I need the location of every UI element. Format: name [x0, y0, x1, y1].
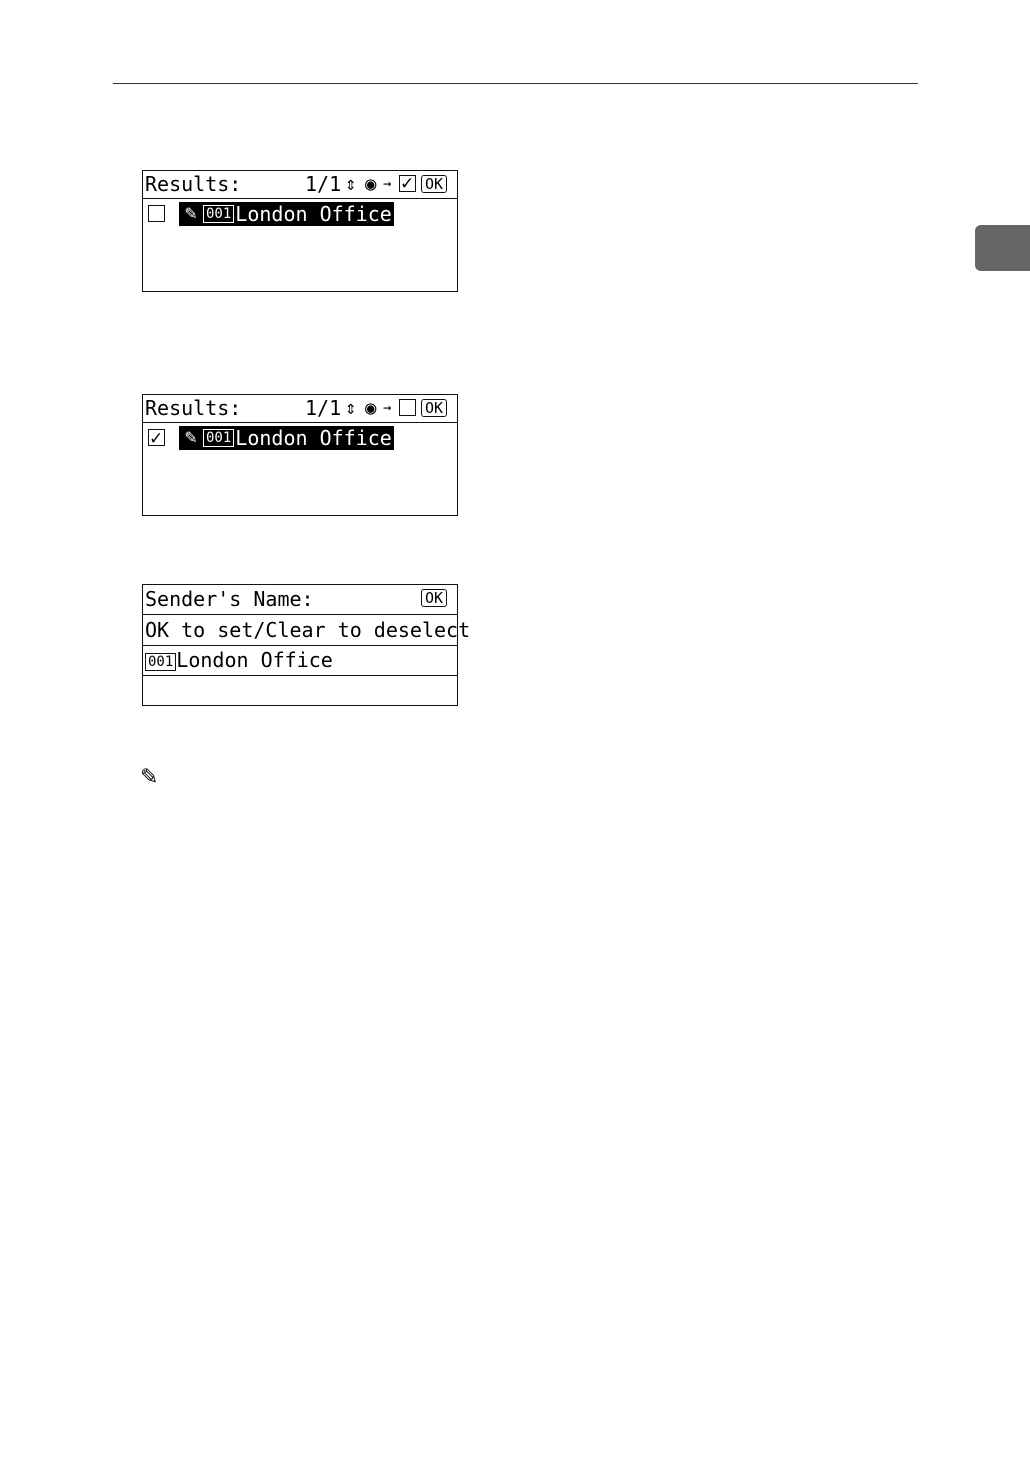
chapter-tab	[975, 225, 1030, 271]
destination-name: London Office	[235, 202, 392, 226]
result-row[interactable]: ✎ 001London Office	[143, 199, 457, 231]
row-checkbox[interactable]	[148, 205, 165, 222]
screen-title: Results:	[145, 396, 242, 420]
lcd-header: Sender's Name: OK	[143, 585, 457, 615]
sender-number: 001	[145, 652, 177, 671]
empty-row	[143, 676, 457, 704]
lcd-results-checked: Results: 1/1 ⇕ ◉ → OK ✎ 001London Office	[142, 394, 458, 516]
arrow-icon: →	[383, 176, 392, 192]
left-arrow-circle-icon: ◉	[365, 397, 377, 419]
page-header-rule	[113, 83, 918, 84]
instruction-text: OK to set/Clear to deselect	[145, 618, 471, 642]
instruction-row: OK to set/Clear to deselect	[143, 615, 470, 646]
destination-name: London Office	[235, 426, 392, 450]
sender-entry[interactable]: 001 London Office	[145, 646, 333, 674]
result-entry[interactable]: ✎ 001 London Office	[179, 426, 394, 450]
lcd-results-unchecked: Results: 1/1 ⇕ ◉ → OK ✎ 001London Office	[142, 170, 458, 292]
arrow-icon: →	[383, 400, 392, 416]
ok-button[interactable]: OK	[421, 589, 448, 607]
checked-box-icon	[399, 171, 416, 197]
ok-button[interactable]: OK	[421, 399, 448, 417]
result-entry[interactable]: ✎ 001 London Office	[179, 202, 394, 226]
page-indicator: 1/1	[305, 172, 342, 196]
row-checkbox[interactable]	[148, 425, 165, 453]
empty-box-icon	[399, 399, 416, 416]
lcd-sender-name: Sender's Name: OK OK to set/Clear to des…	[142, 584, 470, 706]
fax-destination-icon: ✎	[184, 204, 198, 223]
destination-number: 001	[203, 205, 235, 223]
ok-button[interactable]: OK	[421, 175, 448, 193]
lcd-header: Results: 1/1 ⇕ ◉ → OK	[143, 395, 457, 423]
screen-title: Sender's Name:	[145, 587, 314, 611]
page-indicator: 1/1	[305, 396, 342, 420]
result-row[interactable]: ✎ 001London Office	[143, 423, 457, 455]
sender-name: London Office	[176, 648, 333, 672]
note-pencil-icon: ✎	[140, 765, 159, 790]
fax-destination-icon: ✎	[184, 428, 198, 447]
up-down-arrows-icon: ⇕	[345, 397, 357, 419]
sender-row[interactable]: 001 London Office	[143, 646, 457, 676]
screen-title: Results:	[145, 172, 242, 196]
lcd-header: Results: 1/1 ⇕ ◉ → OK	[143, 171, 457, 199]
destination-number: 001	[203, 429, 235, 447]
up-down-arrows-icon: ⇕	[345, 173, 357, 195]
right-arrow-circle-icon: ◉	[365, 173, 377, 195]
